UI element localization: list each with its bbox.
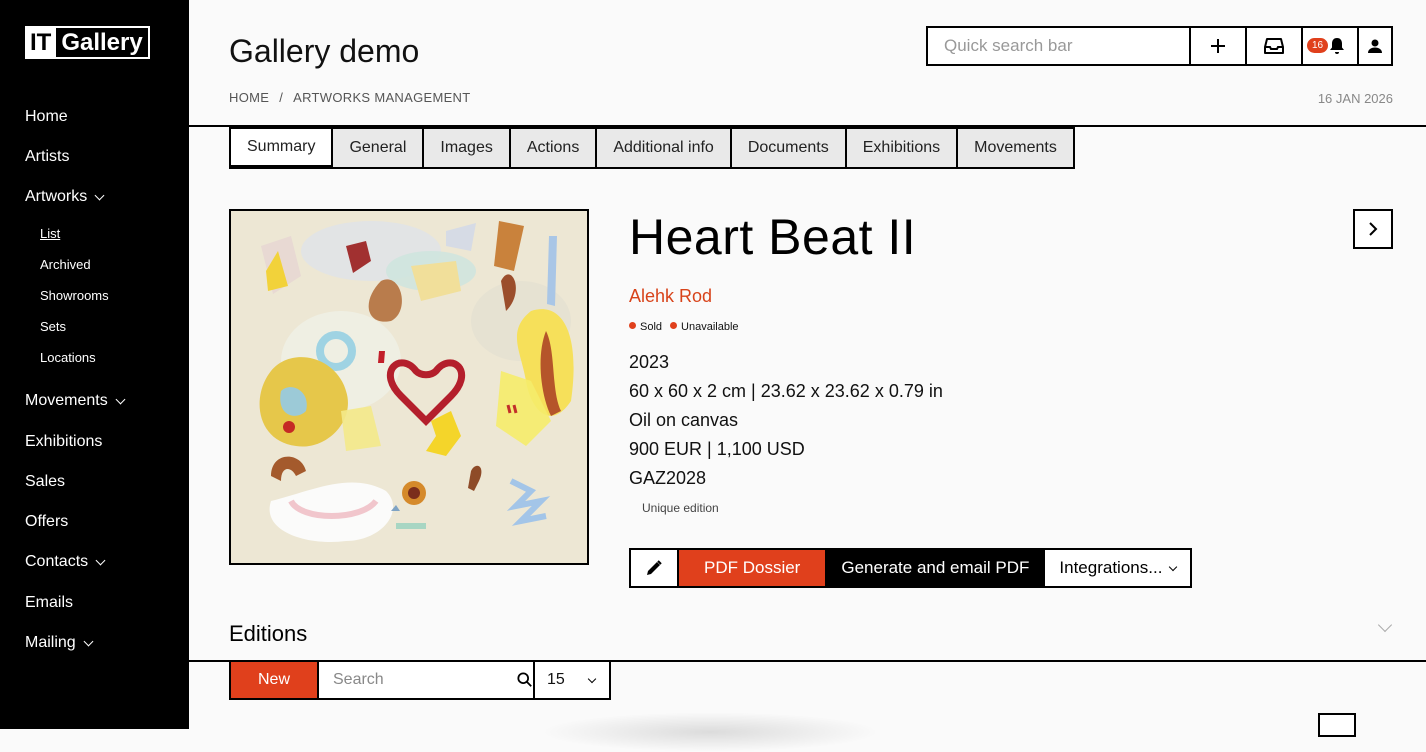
sidebar-item-label: Emails [25, 594, 74, 611]
new-edition-button[interactable]: New [231, 662, 319, 698]
status-label: Sold [640, 321, 663, 333]
bell-icon [1330, 38, 1344, 54]
tab-images[interactable]: Images [424, 129, 509, 167]
breadcrumb-separator: / [279, 90, 284, 105]
logo[interactable]: IT Gallery [25, 26, 150, 59]
sidebar-item-artworks[interactable]: Artworks [25, 188, 105, 206]
sidebar-item-label: Contacts [25, 553, 89, 570]
sidebar-item-label: Sales [25, 473, 66, 490]
per-page-select[interactable]: 15 [535, 662, 609, 698]
inbox-icon [1264, 38, 1284, 54]
logo-it: IT [27, 28, 57, 57]
tab-bar: Summary General Images Actions Additiona… [229, 127, 1075, 169]
sidebar-item-label: Exhibitions [25, 433, 103, 450]
page-title: Gallery demo [229, 33, 420, 69]
user-icon [1368, 39, 1382, 53]
current-date: 16 JAN 2026 [1317, 91, 1393, 106]
plus-icon [1211, 39, 1225, 53]
sidebar-item-movements[interactable]: Movements [25, 392, 126, 410]
notifications-button[interactable]: 16 [1303, 28, 1359, 64]
sidebar-item-label: Offers [25, 513, 69, 530]
edition-note: Unique edition [642, 501, 719, 515]
per-page-value: 15 [547, 671, 565, 688]
add-button[interactable] [1191, 28, 1247, 64]
artwork-title: Heart Beat II [629, 209, 917, 265]
status-dot-icon [629, 322, 636, 329]
sidebar-item-label: Artworks [25, 188, 88, 205]
chevron-down-icon [115, 394, 126, 404]
tab-exhibitions[interactable]: Exhibitions [846, 129, 957, 167]
artwork-dimensions: 60 x 60 x 2 cm | 23.62 x 23.62 x 0.79 in [629, 381, 943, 401]
chevron-down-icon [1169, 562, 1178, 571]
sidebar-item-sales[interactable]: Sales [25, 473, 65, 491]
sidebar-item-offers[interactable]: Offers [25, 513, 68, 531]
integrations-label: Integrations... [1059, 558, 1163, 577]
artwork-painting [231, 211, 587, 563]
edit-button[interactable] [631, 550, 679, 586]
breadcrumb-home[interactable]: HOME [229, 90, 269, 105]
artwork-medium: Oil on canvas [629, 410, 739, 430]
inbox-button[interactable] [1247, 28, 1303, 64]
tab-movements[interactable]: Movements [958, 129, 1073, 167]
chevron-down-icon [587, 674, 597, 683]
pdf-dossier-button[interactable]: PDF Dossier [679, 550, 826, 586]
collapse-chevron-icon[interactable] [1377, 617, 1393, 633]
artist-link[interactable]: Alehk Rod [629, 286, 712, 307]
sidebar-item-label: Movements [25, 392, 108, 409]
generate-email-pdf-button[interactable]: Generate and email PDF [825, 550, 1046, 586]
sidebar-item-emails[interactable]: Emails [25, 594, 73, 612]
tab-summary[interactable]: Summary [231, 127, 332, 165]
chevron-right-icon [1369, 222, 1378, 236]
editions-search [319, 662, 535, 698]
status-badges: Sold Unavailable [629, 321, 739, 333]
sidebar-item-mailing[interactable]: Mailing [25, 634, 94, 652]
tab-general[interactable]: General [333, 129, 423, 167]
breadcrumb-artworks-management[interactable]: ARTWORKS MANAGEMENT [293, 90, 470, 105]
logo-gallery: Gallery [61, 29, 143, 56]
next-artwork-button[interactable] [1353, 209, 1393, 249]
sidebar-subitem-locations[interactable]: Locations [40, 350, 96, 365]
status-badge-sold: Sold [629, 321, 662, 333]
tab-actions[interactable]: Actions [510, 129, 596, 167]
sidebar-item-label: Artists [25, 148, 70, 165]
artwork-reference: GAZ2028 [629, 468, 707, 488]
chevron-down-icon [83, 636, 94, 646]
artwork-year: 2023 [629, 352, 670, 372]
sidebar-item-exhibitions[interactable]: Exhibitions [25, 433, 102, 451]
sidebar-item-label: Mailing [25, 634, 76, 651]
sidebar-item-contacts[interactable]: Contacts [25, 553, 106, 571]
status-label: Unavailable [681, 321, 739, 333]
artwork-actions: PDF Dossier Generate and email PDF Integ… [629, 548, 1193, 588]
artwork-price: 900 EUR | 1,100 USD [629, 439, 805, 459]
sidebar-item-label: Home [25, 108, 68, 125]
sidebar-subitem-showrooms[interactable]: Showrooms [40, 288, 109, 303]
editions-toolbar: New 15 [229, 662, 611, 700]
search-icon[interactable] [517, 671, 533, 689]
integrations-dropdown[interactable]: Integrations... [1045, 550, 1190, 586]
status-badge-unavailable: Unavailable [670, 321, 739, 333]
artwork-image[interactable] [229, 209, 589, 565]
sidebar-subitem-archived[interactable]: Archived [40, 257, 91, 272]
editions-search-input[interactable] [319, 671, 517, 689]
quick-search-input[interactable] [928, 28, 1191, 64]
tab-documents[interactable]: Documents [731, 129, 845, 167]
sidebar-item-artists[interactable]: Artists [25, 148, 69, 166]
sidebar-subitem-list[interactable]: List [40, 226, 60, 241]
pencil-icon [647, 560, 662, 575]
sidebar: IT Gallery Home Artists Artworks List Ar… [0, 0, 189, 729]
status-dot-icon [670, 322, 678, 329]
editions-heading: Editions [229, 621, 308, 646]
pagination-current[interactable] [1318, 713, 1356, 737]
user-button[interactable] [1359, 28, 1391, 64]
chevron-down-icon [95, 555, 106, 565]
notification-badge: 16 [1307, 38, 1329, 53]
chevron-down-icon [94, 190, 105, 200]
sidebar-subitem-sets[interactable]: Sets [40, 319, 66, 334]
loading-shadow [540, 712, 880, 752]
top-toolbar: 16 [926, 26, 1393, 66]
breadcrumb: HOME / ARTWORKS MANAGEMENT [229, 90, 471, 105]
tab-additional-info[interactable]: Additional info [597, 129, 730, 167]
sidebar-item-home[interactable]: Home [25, 108, 68, 126]
